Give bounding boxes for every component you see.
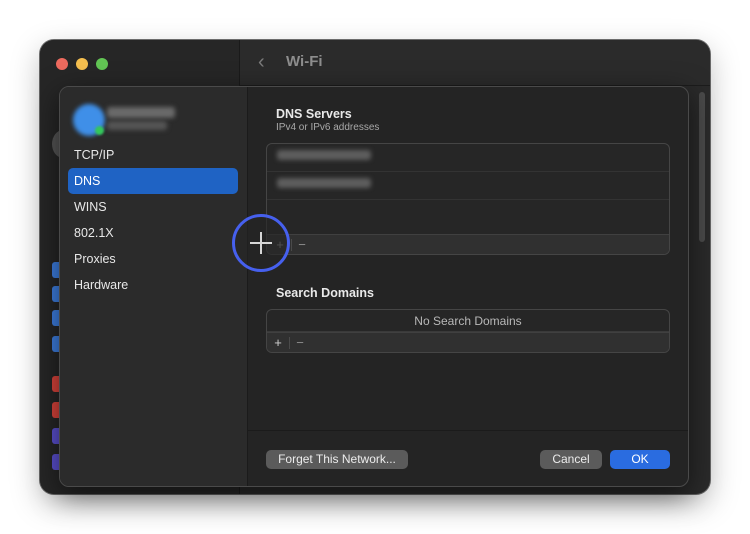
- window-controls: [56, 58, 108, 70]
- zoom-window-button[interactable]: [96, 58, 108, 70]
- divider: [289, 337, 290, 349]
- add-search-domain-button[interactable]: +: [269, 334, 287, 351]
- dns-list-controls: + −: [267, 234, 669, 254]
- back-chevron-icon[interactable]: ‹: [258, 52, 272, 72]
- remove-dns-button[interactable]: −: [293, 236, 311, 253]
- window-toolbar: ‹ Wi-Fi: [240, 40, 710, 86]
- dns-servers-subtitle: IPv4 or IPv6 addresses: [276, 122, 380, 133]
- forget-network-button[interactable]: Forget This Network...: [266, 450, 408, 469]
- search-domains-title: Search Domains: [276, 286, 374, 300]
- sheet-sidebar: TCP/IP DNS WINS 802.1X Proxies Hardware: [60, 87, 248, 486]
- close-window-button[interactable]: [56, 58, 68, 70]
- network-status-redacted: [107, 121, 167, 130]
- search-domains-list-controls: + −: [267, 332, 669, 352]
- dns-address-redacted: [277, 150, 371, 160]
- highlight-callout: [232, 214, 290, 272]
- search-domains-list[interactable]: No Search Domains + −: [266, 309, 670, 353]
- dns-servers-title: DNS Servers: [276, 107, 352, 121]
- window-title: Wi-Fi: [286, 53, 323, 70]
- ok-button[interactable]: OK: [610, 450, 670, 469]
- plus-icon: [250, 232, 272, 254]
- scrollbar[interactable]: [699, 92, 705, 242]
- nav-item-8021x[interactable]: 802.1X: [68, 220, 238, 246]
- network-details-sheet: TCP/IP DNS WINS 802.1X Proxies Hardware …: [59, 86, 689, 487]
- search-domains-empty-text: No Search Domains: [267, 310, 669, 332]
- dns-address-redacted: [277, 178, 371, 188]
- list-item[interactable]: [267, 178, 669, 200]
- nav-item-hardware[interactable]: Hardware: [68, 272, 238, 298]
- connected-status-icon: [95, 126, 104, 135]
- nav-item-dns[interactable]: DNS: [68, 168, 238, 194]
- nav-item-wins[interactable]: WINS: [68, 194, 238, 220]
- nav-item-tcpip[interactable]: TCP/IP: [68, 142, 238, 168]
- dns-pane: DNS Servers IPv4 or IPv6 addresses + − S…: [248, 87, 688, 486]
- dns-servers-list[interactable]: + −: [266, 143, 670, 255]
- sheet-footer: Forget This Network... Cancel OK: [248, 430, 688, 486]
- list-item[interactable]: [267, 150, 669, 172]
- cancel-button[interactable]: Cancel: [540, 450, 602, 469]
- nav-item-proxies[interactable]: Proxies: [68, 246, 238, 272]
- divider: [291, 239, 292, 251]
- remove-search-domain-button[interactable]: −: [291, 334, 309, 351]
- sheet-nav: TCP/IP DNS WINS 802.1X Proxies Hardware: [68, 142, 238, 298]
- minimize-window-button[interactable]: [76, 58, 88, 70]
- network-name-redacted: [107, 107, 175, 118]
